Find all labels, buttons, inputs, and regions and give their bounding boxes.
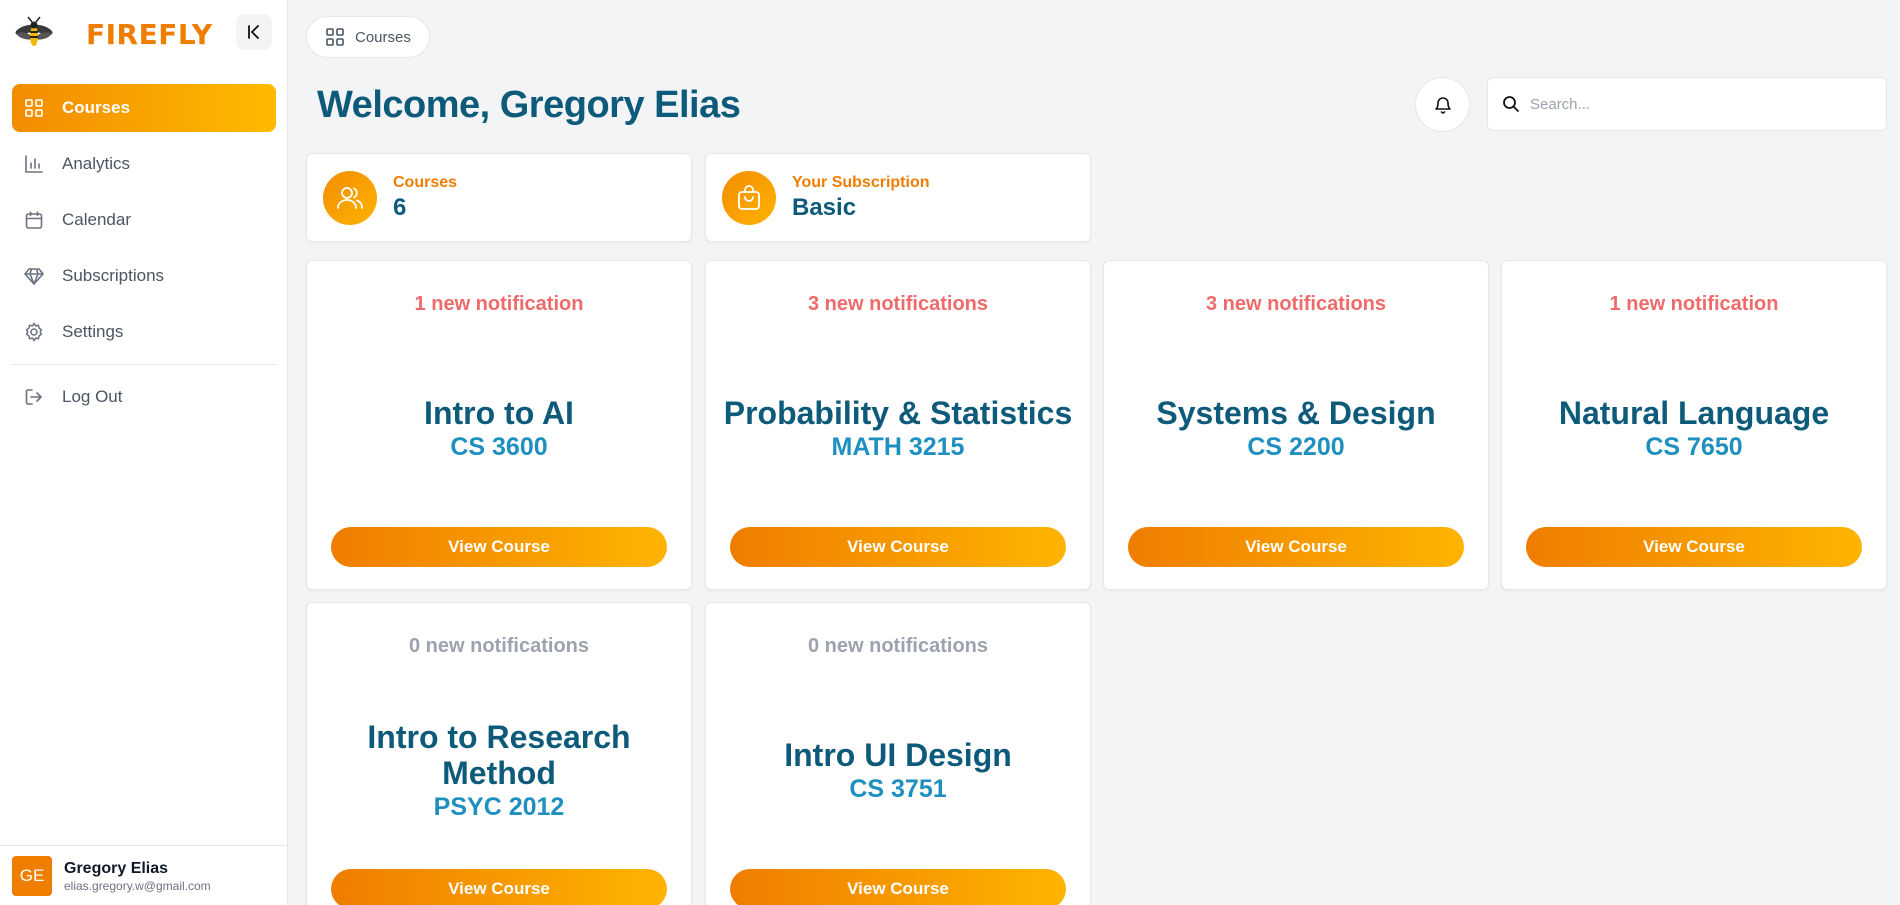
sidebar-item-subscriptions[interactable]: Subscriptions [12,252,276,300]
stat-value: 6 [393,193,407,221]
course-info: Intro to Research Method PSYC 2012 [317,703,681,838]
course-title: Intro to Research Method [367,718,631,791]
stat-text: Your Subscription Basic [792,174,929,222]
users-icon [337,186,363,209]
user-email: elias.gregory.w@gmail.com [64,878,211,893]
view-course-button[interactable]: View Course [1526,527,1862,567]
breadcrumb-label: Courses [355,28,411,46]
stat-label: Your Subscription [792,173,930,191]
course-info: Intro to AI CS 3600 [317,361,681,496]
course-title: Intro UI Design [784,736,1012,773]
sidebar-item-label: Settings [62,322,124,341]
stat-label: Courses [393,173,458,191]
course-card: 1 new notification Intro to AI CS 3600 V… [306,260,692,590]
sidebar-nav: Courses Analytics Calendar Subscriptions [12,84,276,429]
sidebar: FIREFLY Courses Analytics Calendar Subsc… [0,0,288,905]
user-name: Gregory Elias [64,859,169,877]
sidebar-item-label: Analytics [62,154,131,173]
brand[interactable]: FIREFLY [14,14,213,54]
course-code: CS 3751 [849,774,947,803]
sidebar-item-settings[interactable]: Settings [12,308,276,356]
course-card: 3 new notifications Systems & Design CS … [1103,260,1489,590]
grid-icon [25,99,43,117]
course-info: Systems & Design CS 2200 [1114,361,1478,496]
stat-card-courses: Courses 6 [306,153,692,242]
search-bar[interactable] [1487,77,1887,131]
stat-card-subscription: Your Subscription Basic [705,153,1091,242]
course-title: Intro to AI [424,394,574,431]
grid-icon [326,28,344,46]
sidebar-item-courses[interactable]: Courses [12,84,276,132]
sidebar-item-label: Calendar [62,210,131,229]
view-course-button[interactable]: View Course [331,869,667,905]
logout-icon [25,389,42,405]
course-card: 0 new notifications Intro UI Design CS 3… [705,602,1091,905]
sidebar-item-label: Subscriptions [62,266,165,285]
bar-chart-icon [25,155,43,173]
course-code: CS 3600 [450,432,548,461]
search-icon [1503,96,1519,112]
notification-count[interactable]: 3 new notifications [1104,293,1488,316]
collapse-sidebar-button[interactable] [236,14,272,50]
gem-icon [24,268,44,285]
view-course-button[interactable]: View Course [1128,527,1464,567]
course-code: PSYC 2012 [433,792,565,821]
nav-divider [12,364,276,365]
course-title: Natural Language [1558,394,1830,431]
course-info: Natural Language CS 7650 [1512,361,1876,496]
course-code: MATH 3215 [831,432,965,461]
page-title: Welcome, Gregory Elias [317,84,741,126]
search-input[interactable] [1530,95,1870,113]
bell-icon [1434,96,1451,114]
notification-count[interactable]: 1 new notification [1502,293,1886,316]
notification-count[interactable]: 0 new notifications [706,635,1090,658]
notifications-button[interactable] [1415,77,1470,132]
sidebar-item-analytics[interactable]: Analytics [12,140,276,188]
gear-icon [25,322,43,342]
course-title: Probability & Statistics [723,394,1073,431]
avatar: GE [12,855,52,896]
course-code: CS 2200 [1247,432,1345,461]
breadcrumb[interactable]: Courses [306,16,430,58]
sidebar-item-calendar[interactable]: Calendar [12,196,276,244]
shopping-bag-icon [738,184,760,210]
stat-icon-wrap [323,170,377,225]
stat-value: Basic [792,193,857,221]
collapse-icon [248,25,259,39]
course-info: Intro UI Design CS 3751 [716,703,1080,838]
user-profile[interactable]: GE Gregory Elias elias.gregory.w@gmail.c… [0,845,288,905]
sidebar-item-label: Courses [62,98,131,117]
view-course-button[interactable]: View Course [331,527,667,567]
stat-icon-wrap [722,170,776,225]
course-info: Probability & Statistics MATH 3215 [716,361,1080,496]
logout-label: Log Out [62,387,123,406]
course-title: Systems & Design [1156,394,1436,431]
view-course-button[interactable]: View Course [730,527,1066,567]
course-card: 0 new notifications Intro to Research Me… [306,602,692,905]
notification-count[interactable]: 3 new notifications [706,293,1090,316]
notification-count[interactable]: 1 new notification [307,293,691,316]
course-card: 3 new notifications Probability & Statis… [705,260,1091,590]
firefly-logo-icon [15,16,53,46]
brand-name: FIREFLY [86,17,213,51]
view-course-button[interactable]: View Course [730,869,1066,905]
course-card: 1 new notification Natural Language CS 7… [1501,260,1887,590]
course-code: CS 7650 [1645,432,1743,461]
calendar-icon [25,211,43,229]
logout-button[interactable]: Log Out [12,373,276,421]
stat-text: Courses 6 [393,174,457,222]
notification-count[interactable]: 0 new notifications [307,635,691,658]
user-info: Gregory Elias elias.gregory.w@gmail.com [64,859,211,893]
